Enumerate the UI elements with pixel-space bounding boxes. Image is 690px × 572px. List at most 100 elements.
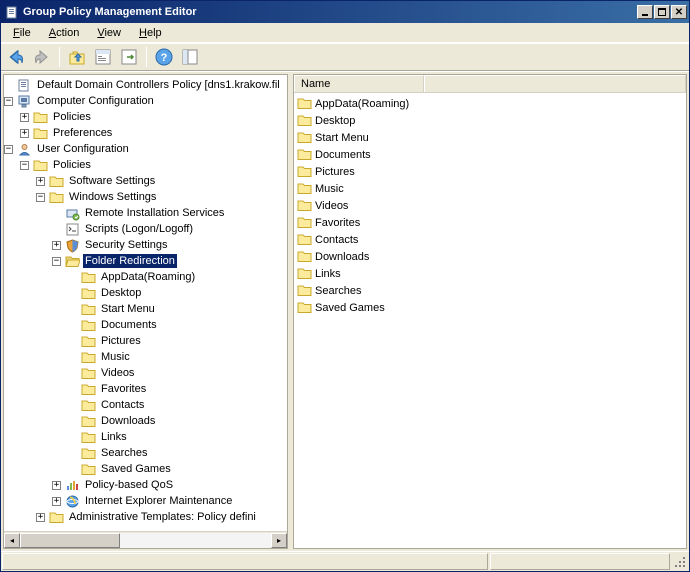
toolbar-separator [146, 47, 147, 67]
tree-item-windows-settings[interactable]: − Windows Settings [4, 189, 287, 205]
close-button[interactable]: ✕ [671, 5, 687, 19]
tree-item-redir-4[interactable]: Pictures [4, 333, 287, 349]
list-item-6[interactable]: Videos [294, 197, 686, 214]
tree-item-computer-config[interactable]: −Computer Configuration [4, 93, 287, 109]
list-item-1[interactable]: Desktop [294, 112, 686, 129]
i-folder [81, 430, 96, 445]
tree-item-admin-templates[interactable]: +Administrative Templates: Policy defini [4, 509, 287, 525]
list-label: Pictures [315, 166, 355, 178]
tree-item-redir-8[interactable]: Contacts [4, 397, 287, 413]
i-folder [297, 215, 312, 230]
tree-item-software-settings[interactable]: +Software Settings [4, 173, 287, 189]
expand-icon[interactable]: + [52, 481, 61, 490]
properties-button[interactable] [92, 46, 114, 68]
list-item-11[interactable]: Searches [294, 282, 686, 299]
tree-item-redir-7[interactable]: Favorites [4, 381, 287, 397]
list-item-12[interactable]: Saved Games [294, 299, 686, 316]
scroll-thumb[interactable] [20, 533, 120, 548]
scroll-right-button[interactable]: ▸ [271, 533, 287, 548]
menu-help[interactable]: Help [131, 25, 170, 41]
panes-button[interactable] [179, 46, 201, 68]
list-item-7[interactable]: Favorites [294, 214, 686, 231]
i-folder [33, 158, 48, 173]
tree-item-redir-9[interactable]: Downloads [4, 413, 287, 429]
status-cell [2, 553, 488, 570]
list-item-10[interactable]: Links [294, 265, 686, 282]
col-spacer[interactable] [424, 75, 686, 92]
i-folder [81, 286, 96, 301]
expand-icon[interactable]: + [36, 177, 45, 186]
up-button[interactable] [66, 46, 88, 68]
list-header[interactable]: Name [294, 75, 686, 93]
status-cell [490, 553, 670, 570]
tree-item-redir-0[interactable]: AppData(Roaming) [4, 269, 287, 285]
back-button[interactable] [5, 46, 27, 68]
splitter[interactable] [289, 72, 292, 551]
tree-item-redir-12[interactable]: Saved Games [4, 461, 287, 477]
i-folder [81, 302, 96, 317]
i-folder [297, 300, 312, 315]
tree-item-root[interactable]: Default Domain Controllers Policy [dns1.… [4, 77, 287, 93]
minimize-button[interactable] [637, 5, 653, 19]
maximize-button[interactable] [654, 5, 670, 19]
tree-item-redir-1[interactable]: Desktop [4, 285, 287, 301]
tree-item-redir-3[interactable]: Documents [4, 317, 287, 333]
list-label: AppData(Roaming) [315, 98, 409, 110]
expand-icon[interactable]: + [52, 241, 61, 250]
list-item-5[interactable]: Music [294, 180, 686, 197]
tree-item-redir-11[interactable]: Searches [4, 445, 287, 461]
tree-item-cc-preferences[interactable]: +Preferences [4, 125, 287, 141]
list-label: Saved Games [315, 302, 385, 314]
list-item-3[interactable]: Documents [294, 146, 686, 163]
tree-label: Saved Games [99, 462, 173, 476]
tree-hscroll[interactable]: ◂ ▸ [4, 531, 287, 548]
col-name[interactable]: Name [294, 75, 424, 92]
i-folder [81, 334, 96, 349]
tree-item-redir-2[interactable]: Start Menu [4, 301, 287, 317]
menu-view[interactable]: View [89, 25, 129, 41]
tree-pane: Default Domain Controllers Policy [dns1.… [3, 74, 288, 549]
tree-label: AppData(Roaming) [99, 270, 197, 284]
tree-item-scripts[interactable]: Scripts (Logon/Logoff) [4, 221, 287, 237]
collapse-icon[interactable]: − [52, 257, 61, 266]
menu-action[interactable]: Action [41, 25, 88, 41]
scroll-left-button[interactable]: ◂ [4, 533, 20, 548]
list-item-2[interactable]: Start Menu [294, 129, 686, 146]
tree-label: Windows Settings [67, 190, 158, 204]
collapse-icon[interactable]: − [20, 161, 29, 170]
list-item-4[interactable]: Pictures [294, 163, 686, 180]
collapse-icon[interactable]: − [4, 97, 13, 106]
tree-item-redir-6[interactable]: Videos [4, 365, 287, 381]
tree-item-ie-maint[interactable]: +Internet Explorer Maintenance [4, 493, 287, 509]
tree-item-folder-redirection[interactable]: −Folder Redirection [4, 253, 287, 269]
list-item-0[interactable]: AppData(Roaming) [294, 95, 686, 112]
forward-button[interactable] [31, 46, 53, 68]
tree-item-cc-policies[interactable]: +Policies [4, 109, 287, 125]
tree-label: Videos [99, 366, 136, 380]
expand-icon[interactable]: + [20, 129, 29, 138]
tree[interactable]: Default Domain Controllers Policy [dns1.… [4, 75, 287, 531]
list-item-9[interactable]: Downloads [294, 248, 686, 265]
menu-file[interactable]: File [5, 25, 39, 41]
resize-grip[interactable] [671, 552, 689, 571]
list-item-8[interactable]: Contacts [294, 231, 686, 248]
tree-item-redir-5[interactable]: Music [4, 349, 287, 365]
tree-item-ris[interactable]: Remote Installation Services [4, 205, 287, 221]
expand-icon[interactable]: + [52, 497, 61, 506]
scroll-track[interactable] [20, 533, 271, 548]
help-button[interactable] [153, 46, 175, 68]
export-button[interactable] [118, 46, 140, 68]
tree-item-redir-10[interactable]: Links [4, 429, 287, 445]
collapse-icon[interactable]: − [36, 193, 45, 202]
tree-label: Policy-based QoS [83, 478, 175, 492]
expand-icon[interactable]: + [20, 113, 29, 122]
collapse-icon[interactable]: − [4, 145, 13, 154]
tree-item-security[interactable]: +Security Settings [4, 237, 287, 253]
tree-item-qos[interactable]: + Policy-based QoS [4, 477, 287, 493]
expand-icon[interactable]: + [36, 513, 45, 522]
titlebar[interactable]: Group Policy Management Editor ✕ [1, 1, 689, 23]
toolbar [1, 43, 689, 71]
list[interactable]: AppData(Roaming) DesktopStart MenuDocumen… [294, 93, 686, 548]
tree-item-user-config[interactable]: −User Configuration [4, 141, 287, 157]
tree-item-uc-policies[interactable]: −Policies [4, 157, 287, 173]
